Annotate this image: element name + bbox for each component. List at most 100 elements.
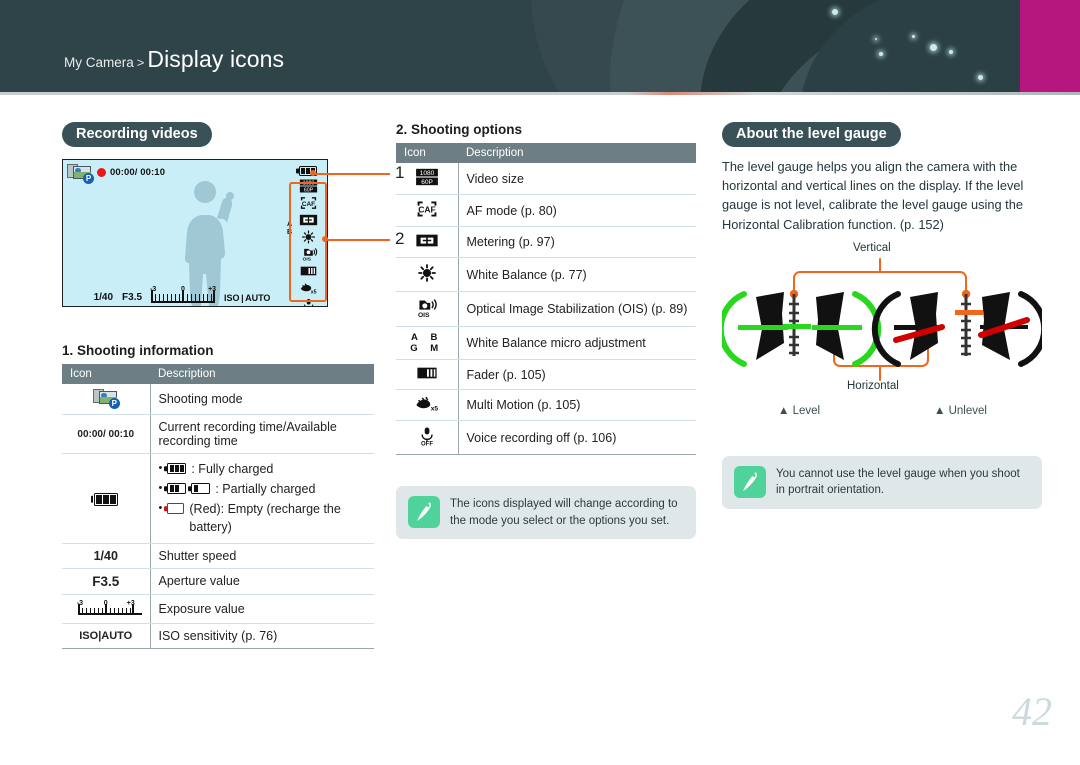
aperture-readout: F3.5 [122,292,143,303]
section-title-level-gauge: About the level gauge [722,122,901,147]
cell-description: Voice recording off (p. 106) [458,420,696,455]
list-item-label: (Red): Empty (recharge the battery) [189,502,341,535]
breadcrumb-separator: > [136,55,145,70]
vertical-label: Vertical [853,241,891,254]
list-item-label: : Partially charged [215,482,316,497]
cell-icon: ISO|AUTO [62,623,151,649]
cell-icon [62,453,151,544]
level-left-horizon [738,324,788,330]
list-item: • : Fully charged [159,459,367,479]
column-header-description: Description [458,143,696,163]
level-right-horizon [812,324,862,330]
unlevel-vertical-indicator [955,309,983,315]
table-row: OFF Voice recording off (p. 106) [396,420,696,455]
cell-description: Exposure value [150,594,374,624]
callout-line-2 [324,239,390,241]
cell-description: • : Fully charged •: Partially charged … [150,453,374,544]
sparkle-icon [949,50,953,54]
level-caption: ▲ Level [778,404,821,417]
cell-description: Multi Motion (p. 105) [458,389,696,421]
cell-description: Video size [458,163,696,195]
note-box-portrait-orientation: You cannot use the level gauge when you … [722,455,1042,510]
page-number: 42 [1012,689,1052,734]
table-row: Fader (p. 105) [396,359,696,390]
shooting-options-title: 2. Shooting options [396,122,522,137]
table-row: 1/40 Shutter speed [62,543,374,569]
cell-icon: -3 0 +3 [62,594,151,624]
table-row: P Shooting mode [62,384,374,415]
header-accent-bar [1020,0,1080,92]
column-header-icon: Icon [396,143,458,163]
pen-note-icon [734,465,766,498]
level-vertical-indicator [783,323,811,329]
camera-preview-figure: P 00:00/ 00:10 1080 60P CAF OIS x5 A B 1… [62,159,404,309]
vertical-bracket [793,270,967,295]
list-item-label: : Fully charged [191,462,274,476]
middle-column: 2. Shooting options Icon Description 108… [396,122,696,540]
list-item: • : Partially charged [159,479,367,499]
note-text: You cannot use the level gauge when you … [776,467,1020,497]
white-balance-sun-icon [417,264,436,282]
battery-one-third-icon [188,483,211,495]
shooting-information-section: 1. Shooting information Icon Description… [62,343,374,649]
pen-note-icon [408,496,440,528]
cell-icon [396,226,459,258]
shooting-information-title: 1. Shooting information [62,343,214,358]
list-item: • (Red): Empty (recharge the battery) [159,499,367,537]
cell-icon: 00:00/ 00:10 [62,414,151,454]
horizontal-label: Horizontal [847,379,899,392]
cell-description: Metering (p. 97) [458,226,696,258]
table-row: OIS Optical Image Stabilization (OIS) (p… [396,291,696,327]
column-header-description: Description [150,364,374,384]
cell-description: AF mode (p. 80) [458,194,696,227]
battery-full-icon [164,463,187,474]
note-text: The icons displayed will change accordin… [450,498,678,527]
sparkle-icon [930,44,937,51]
section-title-recording-videos: Recording videos [62,122,212,147]
svg-text:x5: x5 [430,406,438,412]
breadcrumb-parent[interactable]: My Camera [64,55,134,70]
sparkle-icon [879,52,883,56]
cell-description: Aperture value [150,568,374,595]
af-mode-icon: CAF [417,201,437,217]
cell-description: Shutter speed [150,543,374,569]
svg-text:OFF: OFF [421,441,433,446]
record-indicator-icon [97,168,106,177]
cell-description: Current recording time/Available recordi… [150,414,374,454]
callout-dot-2 [322,236,328,242]
preview-mode-and-time: P 00:00/ 00:10 [67,164,165,184]
shooting-options-highlight-frame [289,182,327,302]
sparkle-icon [978,75,983,80]
cell-icon [396,257,459,292]
cell-description: Shooting mode [150,384,374,415]
column-header-icon: Icon [62,364,150,384]
cell-icon: OIS [396,291,459,327]
battery-icon [90,492,118,506]
cell-icon: F3.5 [62,568,151,595]
shooting-information-table: Icon Description P Shooting mode 00:00/ … [62,364,374,649]
svg-text:CAF: CAF [418,205,436,215]
callout-line-1 [312,173,390,175]
cell-icon: P [62,384,151,415]
wb-micro-adjust-icon: A BG M [410,332,444,354]
shooting-mode-icon: P [92,389,120,409]
iso-readout: ISO | AUTO [224,293,270,303]
level-gauge-description: The level gauge helps you align the came… [722,159,1024,232]
header-swoosh-1 [500,0,1080,92]
exposure-scale-icon: -3 0 +3 [77,600,142,615]
level-vertical-scale [783,293,811,356]
iso-separator: | [241,293,244,303]
voice-recording-off-icon: OFF [421,427,433,447]
table-row: White Balance (p. 77) [396,257,696,292]
cell-description: White Balance (p. 77) [458,257,696,292]
cell-description: Optical Image Stabilization (OIS) (p. 89… [458,291,696,327]
table-row: 00:00/ 00:10 Current recording time/Avai… [62,414,374,454]
level-gauge-graphic [717,257,1048,381]
level-gauge-diagram: Vertical Horizontal ▲ Level ▲ Unlevel [717,241,1048,432]
cell-icon: 1/40 [62,543,151,569]
svg-text:60P: 60P [421,179,433,186]
unlevel-caption: ▲ Unlevel [934,404,987,417]
svg-text:OIS: OIS [418,312,430,318]
header-divider [0,92,1080,95]
header-swoosh-2 [610,0,1080,92]
